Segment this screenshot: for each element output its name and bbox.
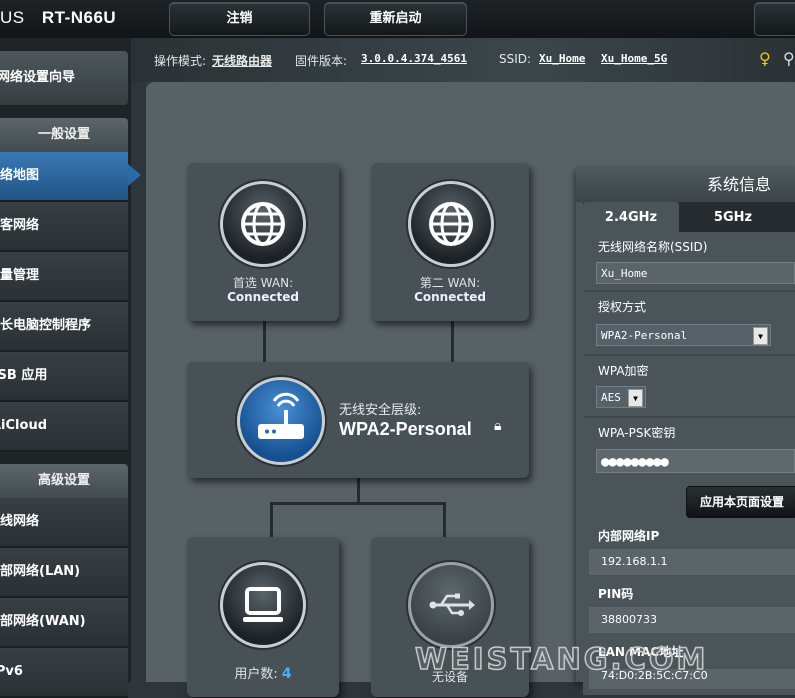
auth-selected-value: WPA2-Personal	[601, 329, 688, 342]
globe-icon	[220, 181, 306, 267]
security-label: 无线安全层级:	[339, 403, 422, 418]
router-icon	[237, 377, 325, 465]
sidebar-header-general: 一般设置	[0, 118, 128, 152]
pin-value: 38800733	[589, 607, 795, 633]
clients-card[interactable]: 用户数: 4	[187, 537, 339, 697]
router-connector	[357, 478, 360, 504]
ssid-label: SSID:	[499, 52, 532, 66]
psk-field-label: WPA-PSK密钥	[598, 426, 676, 440]
computer-icon	[220, 562, 306, 648]
divider	[583, 416, 795, 418]
status-bar: 操作模式: 无线路由器 固件版本: 3.0.0.4.374_4561 SSID:…	[131, 38, 795, 82]
tab-5ghz[interactable]: 5GHz	[687, 202, 779, 232]
sidebar-item-lan[interactable]: 内部网络(LAN)	[0, 548, 128, 598]
sidebar-item-traffic-manager[interactable]: 流量管理	[0, 252, 128, 302]
wan2-card[interactable]: 第二 WAN: Connected	[371, 163, 529, 321]
wpa-enc-field-label: WPA加密	[598, 364, 649, 378]
apply-button[interactable]: 应用本页面设置	[686, 486, 795, 518]
ssid-input[interactable]: Xu_Home	[596, 262, 795, 284]
reboot-button[interactable]: 重新启动	[324, 2, 467, 36]
system-info-panel: 系统信息 2.4GHz 5GHz 无线网络名称(SSID) Xu_Home 授权…	[576, 166, 795, 695]
wpa-enc-selected-value: AES	[601, 391, 621, 404]
model-name: RT-N66U	[41, 8, 117, 27]
sidebar-item-wireless[interactable]: 无线网络	[0, 498, 128, 548]
sidebar-item-wan[interactable]: 外部网络(WAN)	[0, 598, 128, 648]
chevron-down-icon: ▼	[753, 327, 768, 345]
usb-icon	[408, 562, 494, 648]
ssid-field-label: 无线网络名称(SSID)	[598, 240, 708, 254]
system-info-title: 系统信息	[576, 166, 795, 202]
notification-icon[interactable]: ♀	[759, 49, 771, 68]
wan2-status: Connected	[414, 290, 486, 304]
wan1-card[interactable]: 首选 WAN: Connected	[187, 163, 339, 321]
watermark-text: WEISTANG.COM	[414, 641, 709, 677]
pin-block: PIN码 38800733	[583, 581, 795, 637]
lock-icon: 🔒︎	[494, 418, 502, 434]
firmware-link[interactable]: 3.0.0.4.374_4561	[361, 52, 467, 65]
ssid-link-24[interactable]: Xu_Home	[539, 52, 585, 65]
sidebar-item-aicloud[interactable]: AiCloud	[0, 402, 128, 452]
sidebar-item-network-map[interactable]: 网络地图	[0, 152, 128, 202]
wan1-connector	[263, 320, 266, 362]
wan2-connector	[451, 320, 454, 362]
pin-label: PIN码	[598, 587, 634, 601]
mode-label: 操作模式:	[154, 54, 207, 68]
sidebar-item-wizard[interactable]: 网络设置向导	[0, 51, 128, 105]
language-button[interactable]	[754, 2, 795, 36]
wan1-label: 首选 WAN:	[232, 276, 294, 290]
logo-prefix: US	[0, 8, 25, 27]
ssid-link-5[interactable]: Xu_Home_5G	[601, 52, 667, 65]
lan-ip-label: 内部网络IP	[598, 529, 660, 543]
divider	[583, 290, 795, 292]
chevron-down-icon: ▼	[628, 389, 643, 407]
sidebar-item-guest-network[interactable]: 访客网络	[0, 202, 128, 252]
logout-button[interactable]: 注销	[169, 2, 310, 36]
firmware-label: 固件版本:	[295, 54, 348, 68]
sidebar-header-advanced: 高级设置	[0, 464, 128, 498]
lan-ip-block: 内部网络IP 192.168.1.1	[583, 523, 795, 579]
clients-info: 用户数: 4	[187, 663, 339, 682]
security-value: WPA2-Personal	[339, 419, 472, 439]
system-info-title-text: 系统信息	[706, 175, 771, 194]
wan1-status: Connected	[227, 290, 299, 304]
usb-connector	[443, 502, 446, 538]
active-indicator-arrow	[128, 164, 141, 186]
top-bar: US RT-N66U 注销 重新启动	[0, 0, 795, 38]
globe-icon	[408, 181, 494, 267]
sidebar-item-parental-control[interactable]: 家长电脑控制程序	[0, 302, 128, 352]
wpa-enc-select[interactable]: AES ▼	[596, 386, 646, 408]
auth-field-label: 授权方式	[598, 300, 647, 314]
usb-status-icon[interactable]: ⚲	[783, 49, 795, 68]
tab-2-4ghz[interactable]: 2.4GHz	[583, 202, 679, 232]
psk-input[interactable]: ●●●●●●●●●	[596, 449, 795, 473]
mode-value-link[interactable]: 无线路由器	[212, 52, 272, 69]
branch-connector	[270, 502, 446, 505]
lan-ip-value: 192.168.1.1	[589, 549, 795, 575]
router-card[interactable]: 无线安全层级: WPA2-Personal 🔒︎	[187, 362, 529, 478]
clients-count-link[interactable]: 4	[282, 666, 292, 682]
divider	[583, 354, 795, 356]
sidebar: 网络设置向导 一般设置 网络地图 访客网络 流量管理 家长电脑控制程序 USB …	[0, 38, 131, 698]
sidebar-item-usb-app[interactable]: USB 应用	[0, 352, 128, 402]
clients-connector	[270, 502, 273, 538]
band-tabs: 2.4GHz 5GHz	[583, 202, 795, 232]
wan2-label: 第二 WAN:	[419, 276, 481, 290]
clients-label: 用户数:	[234, 667, 278, 682]
auth-select[interactable]: WPA2-Personal ▼	[596, 324, 771, 346]
sidebar-item-ipv6[interactable]: IPv6	[0, 648, 128, 698]
brand-logo: US RT-N66U	[0, 8, 116, 28]
